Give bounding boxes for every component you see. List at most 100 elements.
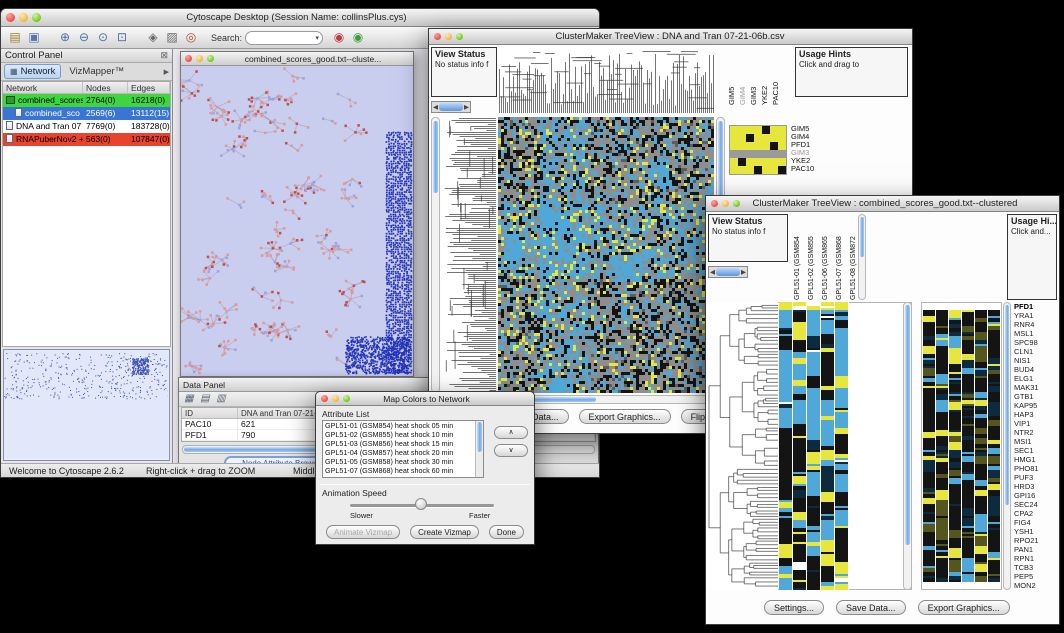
gene-label[interactable]: SEC1	[1014, 446, 1059, 455]
column-dendrogram[interactable]	[498, 47, 714, 113]
close-button[interactable]	[711, 200, 718, 207]
nav-left-icon[interactable]: ◀	[710, 268, 715, 276]
gene-label[interactable]: CPA2	[1014, 509, 1059, 518]
done-button[interactable]: Done	[489, 525, 524, 539]
gene-label[interactable]: PHO81	[1014, 464, 1059, 473]
scrollbar-thumb[interactable]	[477, 422, 482, 452]
gene-label[interactable]: PAC10	[791, 165, 814, 173]
cluster-mini-heatmap[interactable]	[729, 125, 787, 175]
zoom-window-button[interactable]	[343, 395, 350, 402]
attribute-list-item[interactable]: GPL51-07 (GSM868) heat shock 60 min	[325, 466, 483, 475]
gene-label[interactable]: GTB1	[1014, 392, 1059, 401]
gene-label[interactable]: NTR2	[1014, 428, 1059, 437]
row-dendrogram[interactable]	[442, 117, 496, 393]
gene-label[interactable]: HAP3	[1014, 410, 1059, 419]
zoom-window-button[interactable]	[456, 33, 463, 40]
scrollbar-thumb[interactable]	[433, 121, 438, 193]
gene-label[interactable]: TCB3	[1014, 563, 1059, 572]
network-overview-thumbnail[interactable]	[4, 350, 168, 458]
settings-button[interactable]: Settings...	[764, 600, 824, 615]
network-graph-canvas[interactable]	[181, 66, 413, 376]
global-mini-heatmap[interactable]	[923, 310, 1001, 582]
zoom-selected-icon[interactable]: ⊙	[95, 30, 111, 46]
gene-label[interactable]: MON2	[1014, 581, 1059, 590]
tab-network[interactable]: ▦ Network	[4, 64, 61, 79]
column-label[interactable]: GIM5	[727, 49, 736, 105]
column-header[interactable]: Edges	[128, 82, 170, 93]
gene-label[interactable]: RNR4	[1014, 320, 1059, 329]
column-header[interactable]: Network	[3, 82, 83, 93]
zoom-out-icon[interactable]: ⊖	[76, 30, 92, 46]
row-dendrogram[interactable]	[708, 302, 778, 590]
close-button[interactable]	[185, 55, 192, 62]
network-row[interactable]: combined_sco2569(6)13112(15)	[3, 107, 170, 120]
zoom-window-button[interactable]	[207, 55, 214, 62]
vertical-scrollbar[interactable]	[858, 214, 866, 300]
plugin-green-icon[interactable]: ◉	[350, 30, 366, 46]
minimize-button[interactable]	[332, 395, 339, 402]
attribute-list-item[interactable]: GPL51-02 (GSM855) heat shock 10 min	[325, 430, 483, 439]
create-attribute-icon[interactable]: ▤	[199, 393, 211, 405]
list-scrollbar[interactable]	[475, 421, 483, 477]
gene-label[interactable]: GPI16	[1014, 491, 1059, 500]
export-graphics-button[interactable]: Export Graphics...	[918, 600, 1010, 615]
attribute-list-item[interactable]: GPL51-03 (GSM856) heat shock 15 min	[325, 439, 483, 448]
nav-left-icon[interactable]: ◀	[433, 103, 438, 111]
zoom-fit-icon[interactable]: ⊡	[114, 30, 130, 46]
gene-label[interactable]: YSH1	[1014, 527, 1059, 536]
delete-attribute-icon[interactable]: ▥	[215, 393, 227, 405]
gene-label[interactable]: HRD3	[1014, 482, 1059, 491]
create-vizmap-button[interactable]: Create Vizmap	[410, 525, 479, 539]
column-label[interactable]: GPL51-06 (GSM865	[820, 214, 832, 300]
gene-label[interactable]: YRA1	[1014, 311, 1059, 320]
minimize-button[interactable]	[196, 55, 203, 62]
zoom-window-button[interactable]	[733, 200, 740, 207]
tab-vizmapper[interactable]: VizMapper™	[64, 65, 129, 78]
close-panel-icon[interactable]: ⊠	[160, 50, 168, 61]
plugin-red-icon[interactable]: ◉	[331, 30, 347, 46]
gene-label[interactable]: PEP5	[1014, 572, 1059, 581]
export-graphics-button[interactable]: Export Graphics...	[579, 409, 671, 424]
close-button[interactable]	[6, 13, 15, 22]
nav-slider[interactable]	[439, 103, 463, 111]
minimize-button[interactable]	[19, 13, 28, 22]
save-data-button[interactable]: Save Data...	[836, 600, 906, 615]
move-up-button[interactable]: ∧	[494, 426, 528, 439]
select-attributes-icon[interactable]: ▦	[183, 393, 195, 405]
gene-label[interactable]: PFD1	[1014, 302, 1059, 311]
dialog-titlebar[interactable]: Map Colors to Network	[316, 392, 534, 406]
gene-label[interactable]: RPO21	[1014, 536, 1059, 545]
search-input[interactable]: ▾	[245, 31, 323, 45]
zoom-window-button[interactable]	[32, 13, 41, 22]
gene-label[interactable]: FIG4	[1014, 518, 1059, 527]
annotation-icon[interactable]: ▨	[164, 30, 180, 46]
network-row[interactable]: combined_scores2764(0)16218(0)	[3, 94, 170, 107]
gene-label[interactable]: MSI1	[1014, 437, 1059, 446]
gene-label[interactable]: PUF3	[1014, 473, 1059, 482]
tab-overflow-icon[interactable]: ▶	[164, 68, 169, 76]
vertical-scrollbar[interactable]	[431, 117, 440, 393]
column-header[interactable]: ID	[182, 408, 238, 418]
move-down-button[interactable]: ∨	[494, 444, 528, 457]
minimize-button[interactable]	[445, 33, 452, 40]
expression-heatmap[interactable]	[498, 117, 714, 393]
slider-thumb[interactable]	[415, 498, 427, 510]
attribute-list-item[interactable]: GPL51-01 (GSM854) heat shock 05 min	[325, 421, 483, 430]
column-label[interactable]: GIM3	[749, 49, 758, 105]
network-view-titlebar[interactable]: combined_scores_good.txt--cluste...	[181, 52, 413, 66]
save-session-icon[interactable]: ▣	[26, 30, 42, 46]
network-row[interactable]: DNA and Tran 077769(0)183728(0)	[3, 120, 170, 133]
zoom-in-icon[interactable]: ⊕	[57, 30, 73, 46]
gene-label[interactable]: MSL1	[1014, 329, 1059, 338]
gene-label[interactable]: MAK31	[1014, 383, 1059, 392]
vertical-scrollbar[interactable]	[903, 302, 912, 590]
column-label[interactable]: GPL51-07 (GSM868	[834, 214, 846, 300]
scrollbar-thumb[interactable]	[718, 121, 723, 201]
gene-label[interactable]: RPN1	[1014, 554, 1059, 563]
column-header[interactable]: Nodes	[83, 82, 128, 93]
gene-label[interactable]: SPC98	[1014, 338, 1059, 347]
gene-label[interactable]: BUD4	[1014, 365, 1059, 374]
cytoscape-titlebar[interactable]: Cytoscape Desktop (Session Name: collins…	[1, 9, 599, 27]
vizmapper-icon[interactable]: ◎	[183, 30, 199, 46]
attribute-list-item[interactable]: GPL51-05 (GSM858) heat shock 30 min	[325, 457, 483, 466]
